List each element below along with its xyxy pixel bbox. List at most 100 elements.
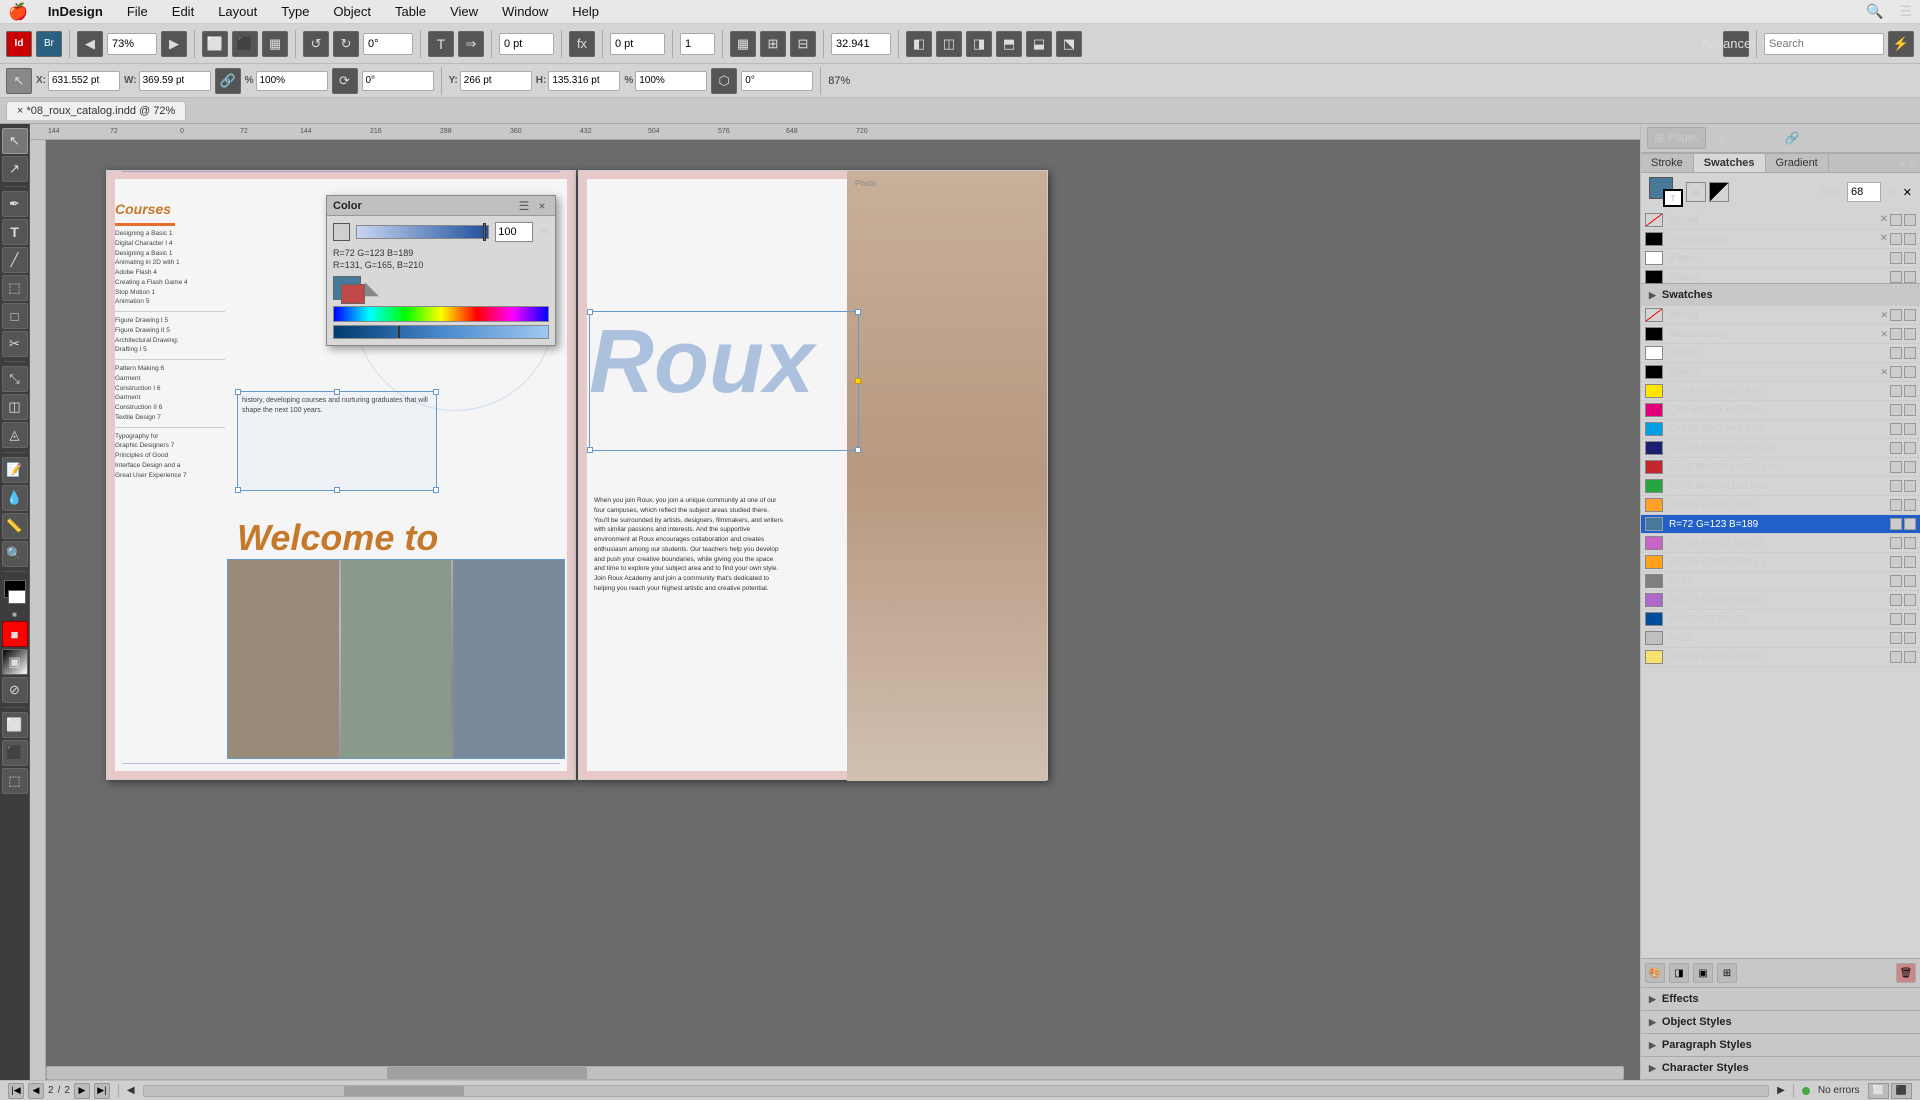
val-input[interactable] bbox=[831, 33, 891, 55]
scissors-tool[interactable]: ✂ bbox=[2, 331, 28, 357]
y-coord-input[interactable] bbox=[460, 71, 532, 91]
swatch-item[interactable]: [Black] ✕ bbox=[1641, 363, 1920, 382]
zoom-in-btn[interactable]: ▶ bbox=[161, 31, 187, 57]
effects-btn[interactable]: fx bbox=[569, 31, 595, 57]
page-nav-left-icon[interactable]: ◀ bbox=[127, 1085, 135, 1096]
panel-menu-icon2[interactable]: ≡ bbox=[1909, 156, 1916, 170]
rotate-ccw[interactable]: ↺ bbox=[303, 31, 329, 57]
rotate-field[interactable] bbox=[362, 71, 434, 91]
links-panel-tab[interactable]: 🔗 Links bbox=[1779, 128, 1836, 148]
color-spectrum-bar[interactable] bbox=[333, 325, 549, 339]
swatches-section-header[interactable]: ▶ Swatches bbox=[1641, 284, 1920, 306]
rect-frame-tool[interactable]: ⬚ bbox=[2, 275, 28, 301]
swatch-item[interactable]: R=248 G=225 B=111 bbox=[1641, 648, 1920, 667]
zoom-out-btn[interactable]: ◀ bbox=[77, 31, 103, 57]
text-link-icon[interactable]: ⇒ bbox=[458, 31, 484, 57]
menu-type[interactable]: Type bbox=[277, 2, 313, 21]
document-tab[interactable]: × *08_roux_catalog.indd @ 72% bbox=[6, 101, 186, 120]
page-nav-right-icon[interactable]: ▶ bbox=[1777, 1085, 1785, 1096]
type-tool[interactable]: T bbox=[2, 219, 28, 245]
swatch-item[interactable]: R=198 G=102 B=201 bbox=[1641, 534, 1920, 553]
swatch-delete-btn[interactable]: 🗑 bbox=[1896, 963, 1916, 983]
search-box[interactable] bbox=[1764, 33, 1884, 55]
frame-tool[interactable]: ⬜ bbox=[202, 31, 228, 57]
power-btn[interactable]: ⚡ bbox=[1888, 31, 1914, 57]
swatch-item[interactable]: [None] ✕ bbox=[1641, 306, 1920, 325]
swatch-item[interactable]: C=100 M=0 Y=0 K=0 bbox=[1641, 420, 1920, 439]
frame-tool2[interactable]: ⬛ bbox=[232, 31, 258, 57]
color-dialog-T-icon[interactable]: T bbox=[333, 223, 350, 241]
scale-h-input[interactable] bbox=[635, 71, 707, 91]
rotate-input[interactable] bbox=[363, 33, 413, 55]
workspace-selector[interactable]: Advanced ▼ bbox=[1723, 31, 1749, 57]
swatch-item[interactable]: K=51 bbox=[1641, 572, 1920, 591]
horizontal-scrollbar[interactable] bbox=[46, 1066, 1624, 1080]
pages-panel-tab[interactable]: ⊞ Pages bbox=[1647, 127, 1706, 149]
align-bottom[interactable]: ⬔ bbox=[1056, 31, 1082, 57]
swatch-item[interactable]: R=255 G=160 B=31 1 bbox=[1641, 553, 1920, 572]
color-dialog-header[interactable]: Color ☰ × bbox=[327, 196, 555, 216]
zoom-tool[interactable]: 🔍 bbox=[2, 541, 28, 567]
color-mode-solid[interactable]: ■ bbox=[1686, 182, 1706, 202]
swatch-item[interactable]: C=0 M=0 Y=100 K=0 bbox=[1641, 382, 1920, 401]
pt-input[interactable] bbox=[499, 33, 554, 55]
tint-close-btn[interactable]: ✕ bbox=[1903, 186, 1912, 199]
menu-indesign[interactable]: InDesign bbox=[44, 2, 107, 21]
align-top[interactable]: ⬒ bbox=[996, 31, 1022, 57]
color-slider-value[interactable] bbox=[495, 222, 533, 242]
measure-tool[interactable]: 📏 bbox=[2, 513, 28, 539]
swatch-new-tint-btn[interactable]: ◨ bbox=[1669, 963, 1689, 983]
eyedropper-tool[interactable]: 💧 bbox=[2, 485, 28, 511]
first-page-btn[interactable]: |◀ bbox=[8, 1083, 24, 1099]
swatch-item[interactable]: C=75 M=5 Y=100 K=0 bbox=[1641, 477, 1920, 496]
direct-select-tool[interactable]: ↗ bbox=[2, 156, 28, 182]
view-mode-btn1[interactable]: ⬜ bbox=[1868, 1083, 1889, 1099]
swatches-tab[interactable]: Swatches bbox=[1694, 154, 1766, 172]
swatch-item[interactable]: C=15 M=100 Y=100 K=0 bbox=[1641, 458, 1920, 477]
document-tab-close[interactable]: × bbox=[17, 105, 23, 117]
swatch-item-top[interactable]: [Paper] bbox=[1641, 249, 1920, 268]
menu-file[interactable]: File bbox=[123, 2, 152, 21]
menu-object[interactable]: Object bbox=[329, 2, 375, 21]
color-mode-gradient[interactable] bbox=[1709, 182, 1729, 202]
swatch-none-x[interactable]: ✕ bbox=[1880, 214, 1888, 226]
line-tool[interactable]: ╱ bbox=[2, 247, 28, 273]
free-transform-tool[interactable]: ⤡ bbox=[2, 366, 28, 392]
panel-expand-icon[interactable]: » bbox=[1896, 131, 1903, 145]
text-tool-icon[interactable]: T bbox=[428, 31, 454, 57]
align-center[interactable]: ◫ bbox=[936, 31, 962, 57]
normal-mode[interactable]: ⬜ bbox=[2, 712, 28, 738]
apply-color[interactable]: ■ bbox=[2, 621, 28, 647]
shear-icon[interactable]: ⬡ bbox=[711, 68, 737, 94]
apple-menu[interactable]: 🍎 bbox=[8, 2, 28, 22]
apply-none[interactable]: ⊘ bbox=[2, 677, 28, 703]
gradient-feather-tool[interactable]: ◬ bbox=[2, 422, 28, 448]
menu-window[interactable]: Window bbox=[498, 2, 552, 21]
grid-btn[interactable]: ▦ bbox=[730, 31, 756, 57]
align-right[interactable]: ◨ bbox=[966, 31, 992, 57]
paragraph-styles-header[interactable]: ▶ Paragraph Styles bbox=[1641, 1034, 1920, 1056]
align-middle[interactable]: ⬓ bbox=[1026, 31, 1052, 57]
layers-panel-tab[interactable]: ◧ Layers bbox=[1712, 128, 1772, 148]
bleed-mode[interactable]: ⬚ bbox=[2, 768, 28, 794]
menu-table[interactable]: Table bbox=[391, 2, 430, 21]
num-input[interactable] bbox=[680, 33, 715, 55]
object-styles-header[interactable]: ▶ Object Styles bbox=[1641, 1011, 1920, 1033]
swatch-new-gradient-btn[interactable]: ▣ bbox=[1693, 963, 1713, 983]
character-styles-header[interactable]: ▶ Character Styles bbox=[1641, 1057, 1920, 1079]
preview-mode[interactable]: ⬛ bbox=[2, 740, 28, 766]
scale-w-input[interactable] bbox=[256, 71, 328, 91]
menu-help[interactable]: Help bbox=[568, 2, 603, 21]
swatch-registration[interactable]: [Registration] ✕ bbox=[1641, 230, 1920, 249]
apply-gradient[interactable]: ▣ bbox=[2, 649, 28, 675]
swatch-new-mixed-btn[interactable]: ⊞ bbox=[1717, 963, 1737, 983]
bridge-btn[interactable]: Br bbox=[36, 31, 62, 57]
tint-input[interactable] bbox=[1847, 182, 1881, 202]
align-left[interactable]: ◧ bbox=[906, 31, 932, 57]
w-coord-input[interactable] bbox=[139, 71, 211, 91]
last-page-btn[interactable]: ▶| bbox=[94, 1083, 110, 1099]
swatch-new-color-btn[interactable]: 🎨 bbox=[1645, 963, 1665, 983]
prev-page-btn[interactable]: ◀ bbox=[28, 1083, 44, 1099]
swatch-item[interactable]: K=25 bbox=[1641, 629, 1920, 648]
rotate-cw[interactable]: ↻ bbox=[333, 31, 359, 57]
